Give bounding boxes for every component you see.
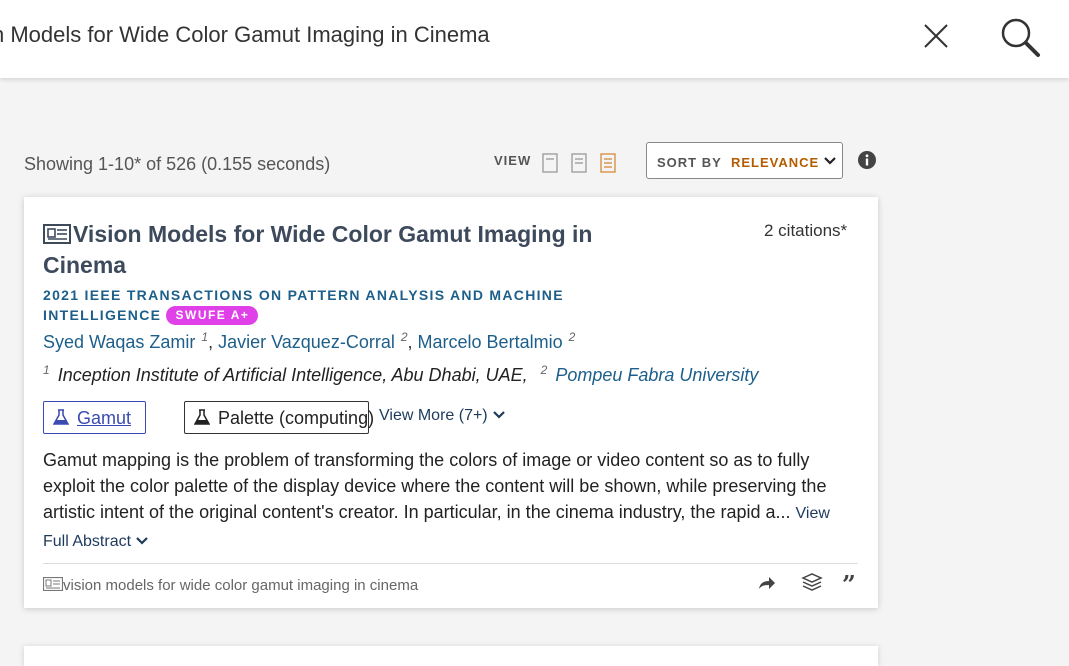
affiliation-name: Inception Institute of Artificial Intell… xyxy=(57,365,528,385)
footer-title: vision models for wide color gamut imagi… xyxy=(43,577,418,594)
topic-tag-gamut[interactable]: Gamut xyxy=(43,401,146,434)
svg-text:”: ” xyxy=(842,573,856,593)
chevron-down-icon xyxy=(493,411,505,419)
result-card: Vision Models for Wide Color Gamut Imagi… xyxy=(24,197,878,608)
footer-title-text: vision models for wide color gamut imagi… xyxy=(63,577,419,594)
author-link[interactable]: Javier Vazquez-Corral xyxy=(218,332,395,352)
result-card xyxy=(24,646,878,666)
author-affiliation: 2 xyxy=(400,330,408,344)
stack-icon[interactable] xyxy=(801,573,823,593)
info-icon[interactable] xyxy=(858,151,876,169)
affiliation-link[interactable]: Pompeu Fabra University xyxy=(555,365,758,385)
flask-icon xyxy=(53,409,69,425)
affiliation-number: 2 xyxy=(540,363,548,377)
view-more-label: View More (7+) xyxy=(379,407,488,424)
article-icon xyxy=(43,224,71,244)
chevron-down-icon xyxy=(136,537,149,545)
article-icon xyxy=(43,577,63,591)
sort-label: SORT BY xyxy=(657,155,722,170)
close-icon[interactable] xyxy=(920,20,952,52)
venue-text[interactable]: 2021 IEEE TRANSACTIONS ON PATTERN ANALYS… xyxy=(43,287,564,323)
divider xyxy=(43,563,858,564)
abstract-text: Gamut mapping is the problem of transfor… xyxy=(43,450,827,522)
topic-tag-palette[interactable]: Palette (computing) xyxy=(184,401,374,434)
ranking-badge: SWUFE A+ xyxy=(166,306,259,325)
search-icon[interactable] xyxy=(998,15,1042,59)
share-icon[interactable] xyxy=(755,573,777,593)
view-more-tags-button[interactable]: View More (7+) xyxy=(379,407,506,425)
affiliations: 1 Inception Institute of Artificial Intel… xyxy=(43,363,758,386)
results-count: Showing 1-10* of 526 (0.155 seconds) xyxy=(24,154,331,174)
chevron-down-icon xyxy=(824,157,836,165)
result-title[interactable]: Vision Models for Wide Color Gamut Imagi… xyxy=(43,219,633,281)
quote-icon[interactable]: ” xyxy=(840,573,862,593)
venue[interactable]: 2021 IEEE TRANSACTIONS ON PATTERN ANALYS… xyxy=(43,285,603,325)
tag-label: Palette (computing) xyxy=(218,408,375,428)
author-link[interactable]: Syed Waqas Zamir xyxy=(43,332,195,352)
citations-count[interactable]: 2 citations* xyxy=(764,221,847,241)
sort-dropdown[interactable]: SORT BY RELEVANCE xyxy=(646,142,843,179)
tag-label: Gamut xyxy=(77,408,132,428)
view-label: VIEW xyxy=(494,153,532,168)
author-affiliation: 2 xyxy=(568,330,576,344)
flask-icon xyxy=(194,409,210,425)
abstract: Gamut mapping is the problem of transfor… xyxy=(43,447,843,555)
search-bar: n Models for Wide Color Gamut Imaging in… xyxy=(0,0,1069,78)
result-title-text[interactable]: Vision Models for Wide Color Gamut Imagi… xyxy=(43,221,592,278)
expanded-view-icon[interactable] xyxy=(599,153,617,173)
sort-value: RELEVANCE xyxy=(731,155,820,170)
compact-view-icon[interactable] xyxy=(541,153,559,173)
author-link[interactable]: Marcelo Bertalmio xyxy=(418,332,563,352)
affiliation-number: 1 xyxy=(43,363,50,377)
authors: Syed Waqas Zamir 1, Javier Vazquez-Corral… xyxy=(43,330,576,352)
default-view-icon[interactable] xyxy=(570,153,588,173)
search-input[interactable]: n Models for Wide Color Gamut Imaging in… xyxy=(0,22,490,48)
